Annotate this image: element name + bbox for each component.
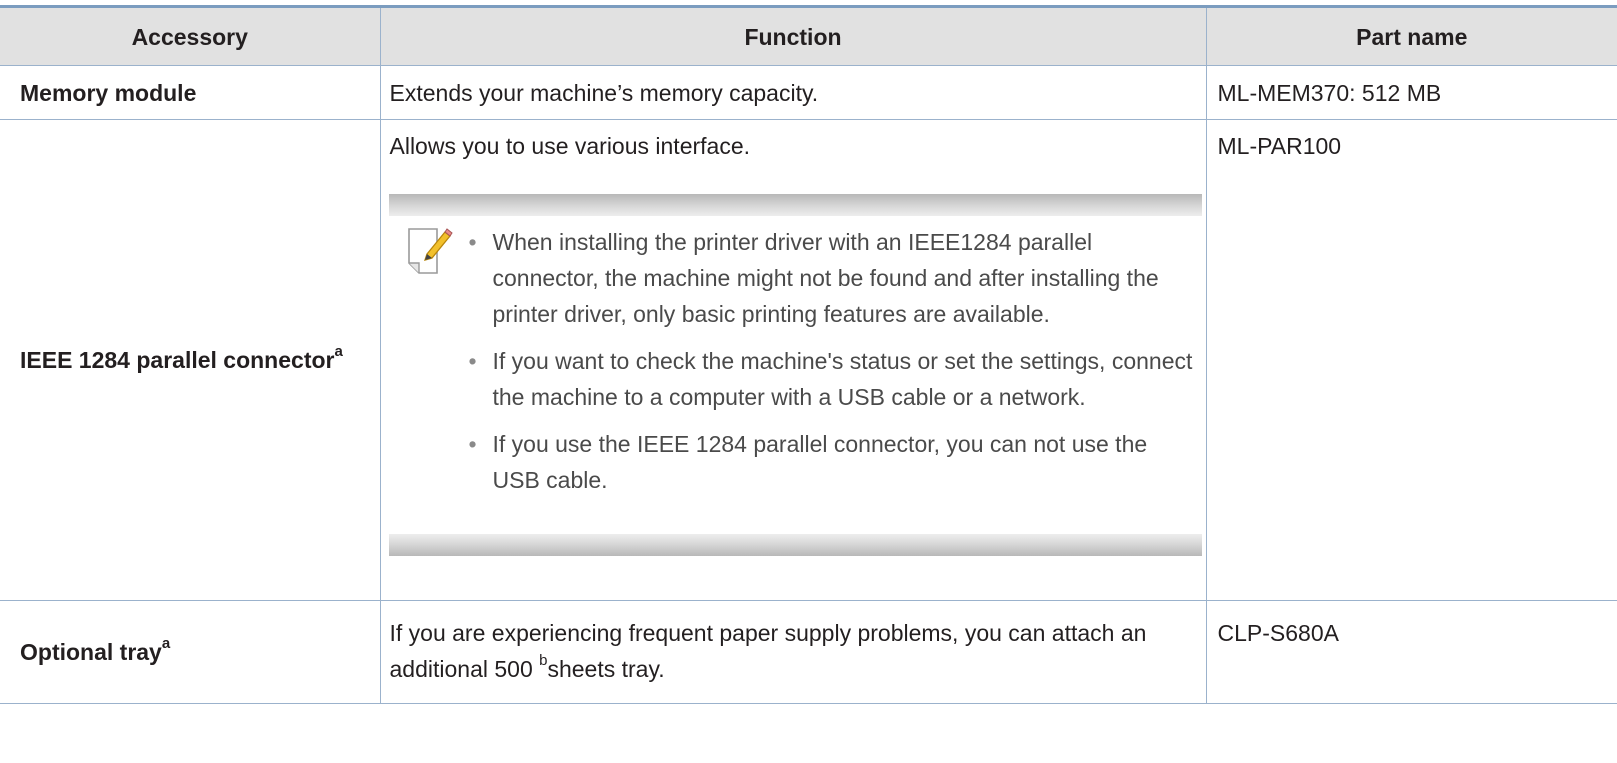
note-pencil-icon	[407, 228, 453, 274]
table-header-row: Accessory Function Part name	[0, 8, 1617, 66]
part-name-cell: CLP-S680A	[1205, 600, 1617, 704]
accessory-cell: Optional traya	[0, 600, 381, 704]
table-row: Optional traya If you are experiencing f…	[0, 600, 1617, 704]
header-function: Function	[379, 8, 1207, 66]
accessory-name: Optional tray	[20, 639, 162, 665]
part-name-text: ML-MEM370: 512 MB	[1217, 79, 1442, 106]
function-cell: Allows you to use various interface. • Wh…	[379, 119, 1207, 601]
list-item: • If you want to check the machine's stat…	[468, 348, 1193, 410]
header-accessory: Accessory	[0, 8, 381, 66]
table-row: Memory module Extends your machine’s mem…	[0, 65, 1617, 120]
part-name-text: ML-PAR100	[1217, 133, 1342, 159]
function-text: Extends your machine’s memory capacity.	[389, 79, 819, 106]
function-cell: Extends your machine’s memory capacity.	[379, 65, 1207, 120]
function-cell: If you are experiencing frequent paper s…	[379, 600, 1207, 704]
accessory-table: Accessory Function Part name Memory modu…	[0, 8, 1617, 704]
accessory-name: IEEE 1284 parallel connector	[20, 347, 335, 373]
function-text-continued: sheets tray.	[547, 656, 665, 682]
part-name-text: CLP-S680A	[1217, 620, 1339, 646]
accessory-cell: Memory module	[0, 65, 381, 120]
header-part-name: Part name	[1205, 8, 1617, 66]
table-row: IEEE 1284 parallel connectora Allows you…	[0, 119, 1617, 601]
note-box: • When installing the printer driver with…	[388, 194, 1202, 556]
accessory-name: Memory module	[20, 79, 197, 106]
note-top-bar	[388, 194, 1202, 216]
part-name-cell: ML-MEM370: 512 MB	[1205, 65, 1617, 120]
footnote-marker: a	[334, 343, 343, 361]
note-bottom-bar	[388, 534, 1202, 556]
part-name-cell: ML-PAR100	[1205, 119, 1617, 601]
footnote-marker: b	[539, 652, 548, 670]
function-text: If you are experiencing frequent paper s…	[389, 620, 1147, 682]
list-item: • When installing the printer driver with…	[468, 229, 1159, 327]
list-item: • If you use the IEEE 1284 parallel conne…	[468, 431, 1148, 493]
function-text: Allows you to use various interface.	[389, 133, 751, 159]
note-list: • When installing the printer driver with…	[389, 224, 1194, 498]
accessory-cell: IEEE 1284 parallel connectora	[0, 119, 381, 601]
note-body: • When installing the printer driver with…	[389, 216, 1202, 534]
footnote-marker: a	[161, 635, 171, 653]
